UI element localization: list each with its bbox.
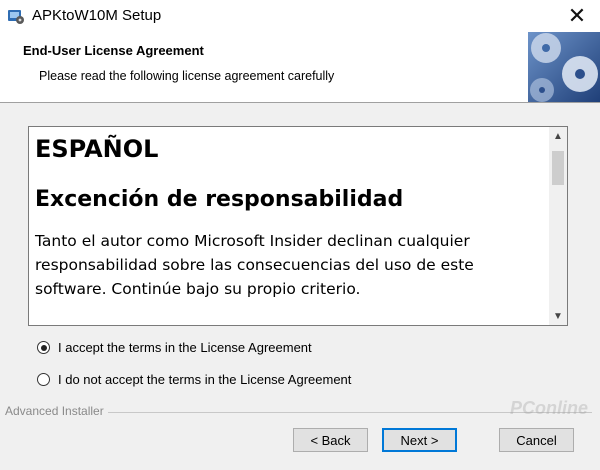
scroll-up-arrow-icon[interactable]: ▲ — [549, 127, 567, 145]
close-icon: ✕ — [567, 3, 587, 28]
accept-label: I accept the terms in the License Agreem… — [58, 340, 312, 355]
license-subheading: Excención de responsabilidad — [35, 187, 404, 212]
license-body: Tanto el autor como Microsoft Insider de… — [35, 232, 474, 298]
close-button[interactable]: ✕ — [554, 0, 600, 32]
scroll-down-arrow-icon[interactable]: ▼ — [549, 307, 567, 325]
page-title: End-User License Agreement — [23, 43, 204, 58]
next-button[interactable]: Next > — [382, 428, 457, 452]
setup-app-icon — [8, 10, 24, 24]
decline-label: I do not accept the terms in the License… — [58, 372, 352, 387]
cancel-button[interactable]: Cancel — [499, 428, 574, 452]
window-title: APKtoW10M Setup — [32, 7, 162, 24]
title-bar: APKtoW10M Setup ✕ — [0, 0, 600, 32]
back-button[interactable]: < Back — [293, 428, 368, 452]
license-heading: ESPAÑOL — [35, 135, 159, 163]
page-subtitle: Please read the following license agreem… — [39, 69, 335, 83]
decline-radio[interactable] — [37, 373, 50, 386]
decline-option[interactable]: I do not accept the terms in the License… — [37, 372, 351, 387]
vertical-scrollbar[interactable]: ▲ ▼ — [549, 127, 567, 325]
license-text-box[interactable]: ESPAÑOL Excención de responsabilidad Tan… — [28, 126, 568, 326]
license-content: ESPAÑOL Excención de responsabilidad Tan… — [35, 133, 545, 301]
scroll-thumb[interactable] — [552, 151, 564, 185]
brand-label: Advanced Installer — [5, 404, 108, 418]
cd-disc-banner-icon — [528, 32, 600, 102]
accept-option[interactable]: I accept the terms in the License Agreem… — [37, 340, 312, 355]
dialog-header: End-User License Agreement Please read t… — [0, 32, 600, 103]
accept-radio[interactable] — [37, 341, 50, 354]
watermark-text: PConline — [509, 398, 588, 418]
